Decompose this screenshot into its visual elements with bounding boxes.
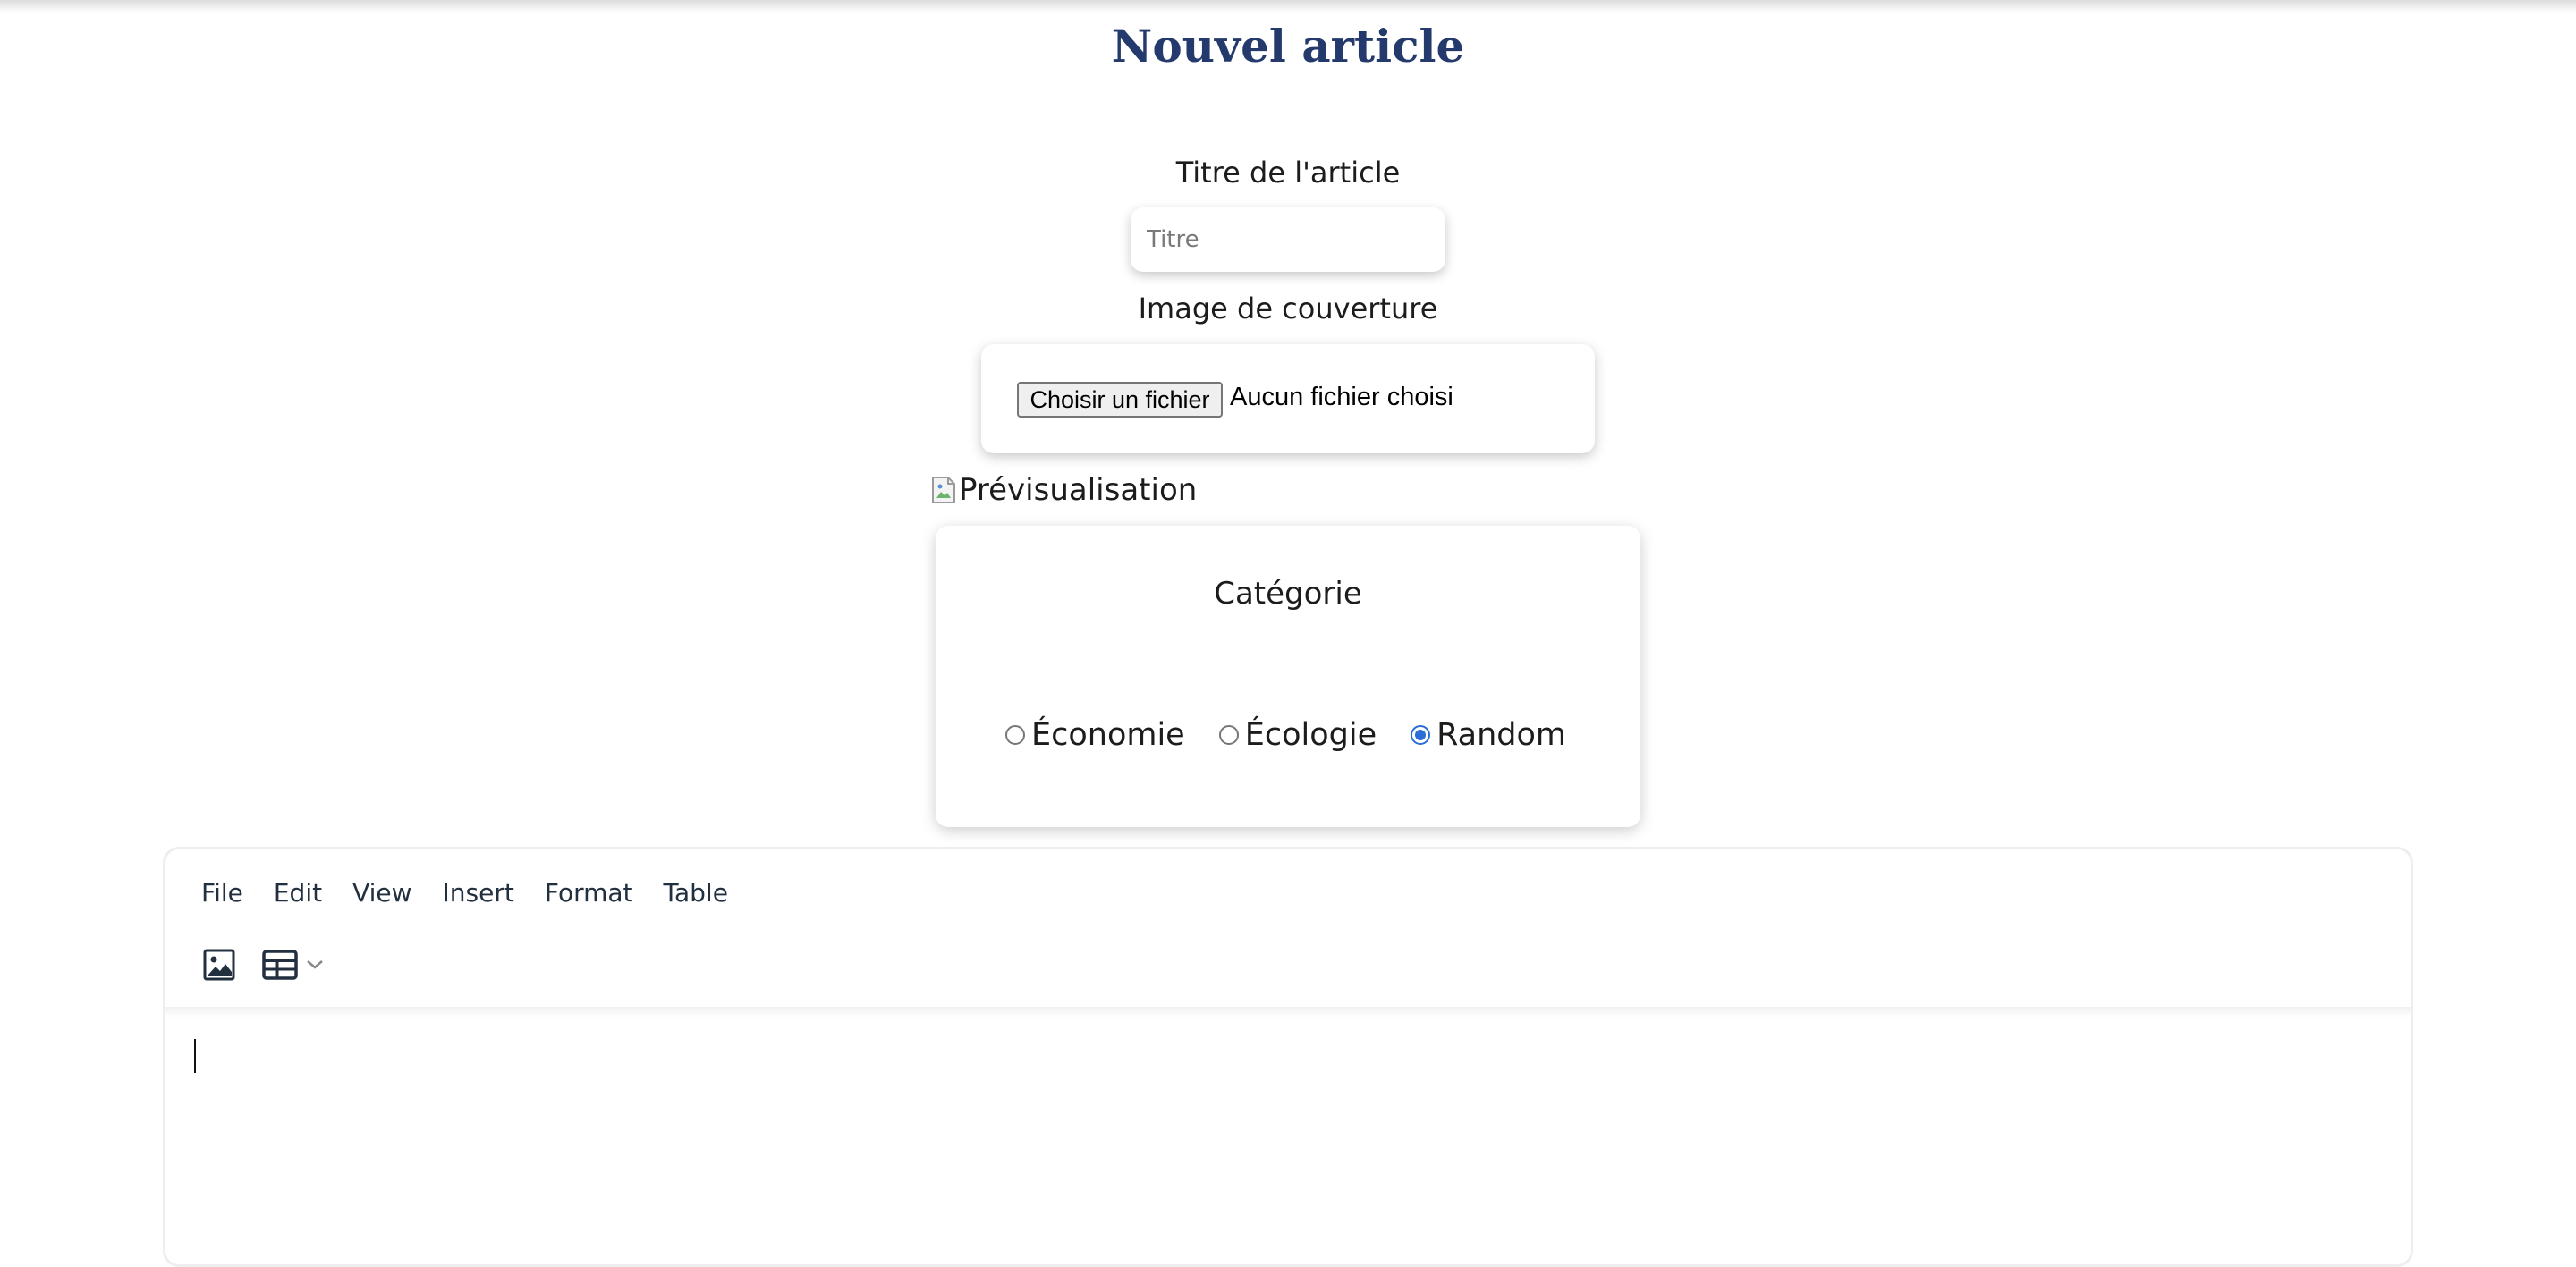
title-label: Titre de l'article	[1175, 156, 1401, 190]
menu-file[interactable]: File	[201, 878, 243, 908]
chevron-down-icon	[307, 960, 323, 969]
editor-content-area[interactable]	[165, 1010, 2411, 1264]
radio-option-economie[interactable]: Économie	[1005, 717, 1185, 753]
menu-format[interactable]: Format	[545, 878, 633, 908]
file-upload-card: Choisir un fichier Aucun fichier choisi	[981, 344, 1595, 453]
radio-option-random[interactable]: Random	[1411, 717, 1566, 753]
editor-menubar: File Edit View Insert Format Table	[201, 878, 758, 908]
menu-edit[interactable]: Edit	[274, 878, 322, 908]
radio-ecologie[interactable]	[1218, 725, 1239, 745]
radio-label-economie: Économie	[1031, 717, 1185, 753]
radio-label-ecologie: Écologie	[1244, 717, 1377, 753]
title-input[interactable]	[1131, 207, 1445, 272]
cover-preview: Prévisualisation	[930, 470, 1197, 510]
editor-toolbar	[199, 943, 328, 986]
radio-option-ecologie[interactable]: Écologie	[1218, 717, 1377, 753]
page-title: Nouvel article	[1111, 20, 1465, 72]
cover-image-label: Image de couverture	[1138, 291, 1438, 325]
file-status: Aucun fichier choisi	[1230, 383, 1453, 411]
choose-file-button[interactable]: Choisir un fichier	[1017, 382, 1223, 418]
menu-insert[interactable]: Insert	[443, 878, 514, 908]
rich-text-editor: File Edit View Insert Format Table	[163, 847, 2413, 1267]
category-radio-group: Économie Écologie Random	[1005, 717, 1566, 753]
broken-image-icon	[930, 475, 957, 505]
radio-economie[interactable]	[1005, 725, 1025, 745]
insert-image-button[interactable]	[199, 943, 239, 986]
menu-table[interactable]: Table	[664, 878, 728, 908]
image-icon	[203, 949, 235, 981]
text-caret	[194, 1039, 196, 1073]
category-title: Catégorie	[1214, 576, 1362, 612]
category-card: Catégorie Économie Écologie Random	[936, 526, 1640, 827]
table-menu-button[interactable]	[258, 943, 328, 986]
menu-view[interactable]: View	[352, 878, 411, 908]
top-bar-shadow	[0, 0, 2576, 13]
radio-label-random: Random	[1436, 717, 1567, 753]
preview-alt-text: Prévisualisation	[959, 472, 1198, 508]
table-icon	[262, 950, 298, 980]
radio-random[interactable]	[1411, 725, 1431, 745]
